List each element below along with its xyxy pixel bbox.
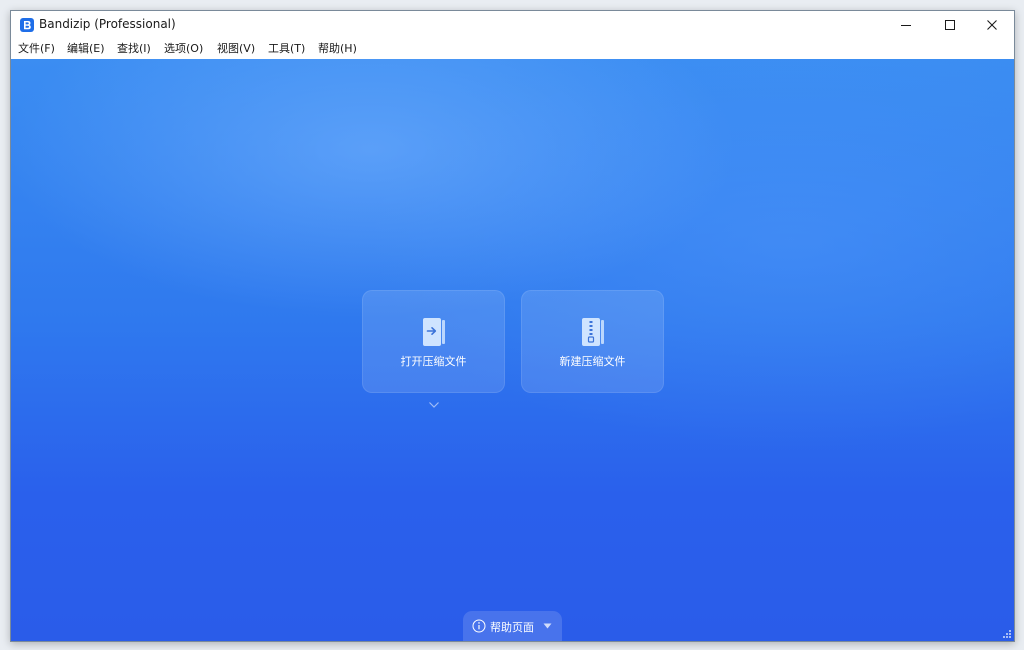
new-archive-label: 新建压缩文件	[559, 355, 626, 368]
new-archive-button[interactable]: 新建压缩文件	[521, 290, 664, 393]
menu-tools[interactable]: 工具(T)	[268, 42, 305, 56]
main-content: 打开压缩文件 新建压缩文件 帮助页面	[11, 59, 1014, 641]
title-bar[interactable]: Bandizip (Professional)	[11, 11, 1014, 39]
open-archive-button[interactable]: 打开压缩文件	[362, 290, 505, 393]
menu-help[interactable]: 帮助(H)	[318, 42, 357, 56]
menu-file[interactable]: 文件(F)	[18, 42, 55, 56]
chevron-down-icon[interactable]	[428, 401, 440, 409]
bandizip-app-icon	[20, 18, 34, 32]
menu-find[interactable]: 查找(I)	[117, 42, 151, 56]
menu-view[interactable]: 视图(V)	[217, 42, 255, 56]
close-icon	[987, 20, 997, 30]
app-window: Bandizip (Professional) 文件(F) 编辑(E) 查找(I…	[10, 10, 1015, 642]
minimize-button[interactable]	[884, 11, 928, 39]
menu-options[interactable]: 选项(O)	[164, 42, 203, 56]
menu-bar: 文件(F) 编辑(E) 查找(I) 选项(O) 视图(V) 工具(T) 帮助(H…	[11, 39, 1014, 59]
maximize-button[interactable]	[928, 11, 972, 39]
info-icon	[472, 619, 486, 633]
maximize-icon	[945, 20, 955, 30]
new-archive-icon	[582, 318, 604, 346]
close-button[interactable]	[970, 11, 1014, 39]
open-archive-label: 打开压缩文件	[400, 355, 467, 368]
caret-down-icon	[543, 623, 552, 629]
help-page-button[interactable]: 帮助页面	[463, 611, 562, 641]
minimize-icon	[901, 25, 911, 26]
resize-grip-icon[interactable]	[1002, 629, 1012, 639]
help-page-label: 帮助页面	[490, 621, 534, 634]
menu-edit[interactable]: 编辑(E)	[67, 42, 105, 56]
open-archive-icon	[423, 318, 445, 346]
window-title: Bandizip (Professional)	[39, 17, 176, 31]
